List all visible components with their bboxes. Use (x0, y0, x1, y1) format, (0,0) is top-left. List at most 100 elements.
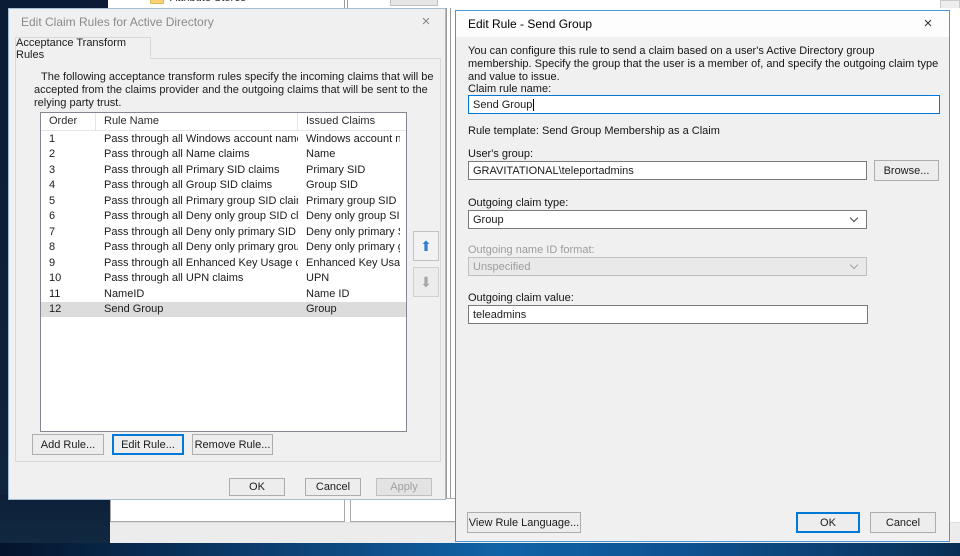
outgoing-name-id-format-select: Unspecified (468, 257, 867, 276)
claim-rule-name-input[interactable]: Send Group (468, 95, 940, 114)
table-row[interactable]: 4 Pass through all Group SID claims Group … (41, 178, 406, 194)
outgoing-name-id-format-label: Outgoing name ID format: (468, 244, 595, 256)
browse-button[interactable]: Browse... (874, 160, 939, 181)
close-icon[interactable]: × (919, 15, 937, 32)
users-group-input[interactable]: GRAVITATIONAL\teleportadmins (468, 161, 867, 180)
apply-button: Apply (376, 478, 432, 496)
tab-acceptance-transform-rules[interactable]: Acceptance Transform Rules (15, 36, 151, 61)
ok-button[interactable]: OK (796, 512, 860, 533)
table-cell: 3 (49, 163, 56, 176)
table-row[interactable]: 7 Pass through all Deny only primary SID … (41, 224, 406, 240)
table-row[interactable]: 2 Pass through all Name claims Name (41, 147, 406, 163)
table-cell: NameID (104, 287, 145, 300)
table-cell: Pass through all Group SID claims (104, 179, 273, 192)
column-header-issued-claims[interactable]: Issued Claims (298, 113, 400, 130)
edit-rule-send-group-dialog: Edit Rule - Send Group × You can configu… (455, 10, 950, 542)
table-cell: Pass through all Enhanced Key Usage cl..… (104, 256, 298, 269)
folder-icon (150, 0, 164, 4)
chevron-down-icon (849, 213, 859, 223)
outgoing-name-id-format-value: Unspecified (473, 260, 531, 273)
dialog-titlebar[interactable]: Edit Rule - Send Group × (456, 11, 949, 37)
table-cell: Primary SID (306, 163, 366, 176)
background-window-top-strip: Attribute Stores (108, 0, 960, 8)
users-group-value: GRAVITATIONAL\teleportadmins (473, 164, 634, 177)
dialog-title: Edit Claim Rules for Active Directory (21, 15, 214, 29)
table-cell: 4 (49, 179, 56, 192)
outgoing-claim-type-label: Outgoing claim type: (468, 197, 569, 209)
chevron-down-icon (849, 260, 859, 270)
claim-rule-name-value: Send Group (473, 98, 533, 111)
ok-button[interactable]: OK (229, 478, 285, 496)
table-cell: Pass through all Deny only primary group… (104, 241, 298, 254)
table-row[interactable]: 1 Pass through all Windows account name..… (41, 131, 406, 147)
table-cell: 11 (49, 287, 61, 300)
table-cell: Send Group (104, 303, 164, 316)
rule-template-line: Rule template: Send Group Membership as … (468, 125, 720, 137)
move-rule-up-button[interactable]: ⬆ (413, 231, 439, 261)
remove-rule-button[interactable]: Remove Rule... (192, 434, 273, 455)
table-cell: Pass through all UPN claims (104, 272, 244, 285)
edit-claim-rules-dialog: Edit Claim Rules for Active Directory × … (8, 8, 446, 500)
table-cell: Pass through all Windows account name... (104, 132, 298, 145)
outgoing-claim-type-select[interactable]: Group (468, 210, 867, 229)
background-fragment (940, 0, 960, 8)
table-row[interactable]: 12 Send Group Group (41, 301, 406, 317)
table-row[interactable]: 11 NameID Name ID (41, 286, 406, 302)
table-cell: 12 (49, 303, 62, 316)
table-cell: Deny only primary SID (306, 225, 400, 238)
cancel-button[interactable]: Cancel (870, 512, 936, 533)
claim-rule-name-label: Claim rule name: (468, 83, 552, 95)
dialog-title: Edit Rule - Send Group (468, 17, 593, 31)
attribute-stores-label: Attribute Stores (170, 0, 246, 4)
move-rule-down-button[interactable]: ⬇ (413, 267, 439, 297)
table-cell: Pass through all Primary SID claims (104, 163, 280, 176)
tab-page: The following acceptance transform rules… (15, 58, 441, 462)
table-cell: 9 (49, 256, 56, 269)
table-cell: 6 (49, 210, 56, 223)
table-body: 1 Pass through all Windows account name..… (41, 131, 406, 317)
claim-rules-table[interactable]: Order Rule Name Issued Claims 1 Pass thro… (40, 112, 407, 432)
cancel-button[interactable]: Cancel (305, 478, 361, 496)
table-row[interactable]: 6 Pass through all Deny only group SID cl… (41, 209, 406, 225)
table-cell: Deny only primary group ... (306, 241, 400, 254)
column-header-rule-name[interactable]: Rule Name (96, 113, 298, 130)
table-cell: Enhanced Key Usage (306, 256, 400, 269)
splitter-handle (446, 0, 451, 522)
table-row[interactable]: 3 Pass through all Primary SID claims Prim… (41, 162, 406, 178)
background-fragment (390, 0, 438, 6)
table-cell: 5 (49, 194, 56, 207)
table-cell: 10 (49, 272, 62, 285)
outgoing-claim-value-input[interactable]: teleadmins (468, 305, 868, 324)
up-arrow-icon: ⬆ (420, 237, 432, 254)
table-cell: 1 (49, 132, 56, 145)
table-cell: 2 (49, 148, 56, 161)
table-row[interactable]: 5 Pass through all Primary group SID clai… (41, 193, 406, 209)
background-field-fragment (350, 498, 460, 522)
table-cell: Pass through all Deny only primary SID c… (104, 225, 298, 238)
dialog-titlebar[interactable]: Edit Claim Rules for Active Directory × (9, 9, 445, 35)
table-cell: UPN (306, 272, 330, 285)
table-cell: Name ID (306, 287, 350, 300)
tab-label: Acceptance Transform Rules (16, 36, 127, 61)
table-cell: Pass through all Deny only group SID cla… (104, 210, 298, 223)
table-cell: Name (306, 148, 336, 161)
screen: Attribute Stores Edit Claim Rules for Ac… (0, 0, 960, 556)
table-row[interactable]: 9 Pass through all Enhanced Key Usage cl.… (41, 255, 406, 271)
edit-rule-button[interactable]: Edit Rule... (112, 434, 184, 455)
view-rule-language-button[interactable]: View Rule Language... (467, 512, 581, 533)
table-cell: Windows account name (306, 132, 400, 145)
add-rule-button[interactable]: Add Rule... (32, 434, 104, 455)
text-caret (533, 98, 535, 111)
desktop-background (0, 0, 8, 556)
background-window-edge (0, 543, 960, 556)
table-row[interactable]: 8 Pass through all Deny only primary grou… (41, 240, 406, 256)
table-header-row: Order Rule Name Issued Claims (41, 113, 406, 131)
splitter-handle (344, 0, 348, 8)
close-icon[interactable]: × (417, 13, 435, 30)
rules-description: The following acceptance transform rules… (34, 71, 434, 109)
column-header-order[interactable]: Order (41, 113, 96, 130)
table-cell: 7 (49, 225, 56, 238)
table-row[interactable]: 10 Pass through all UPN claims UPN (41, 271, 406, 287)
table-cell: Pass through all Name claims (104, 148, 250, 161)
table-cell: Primary group SID (306, 194, 397, 207)
